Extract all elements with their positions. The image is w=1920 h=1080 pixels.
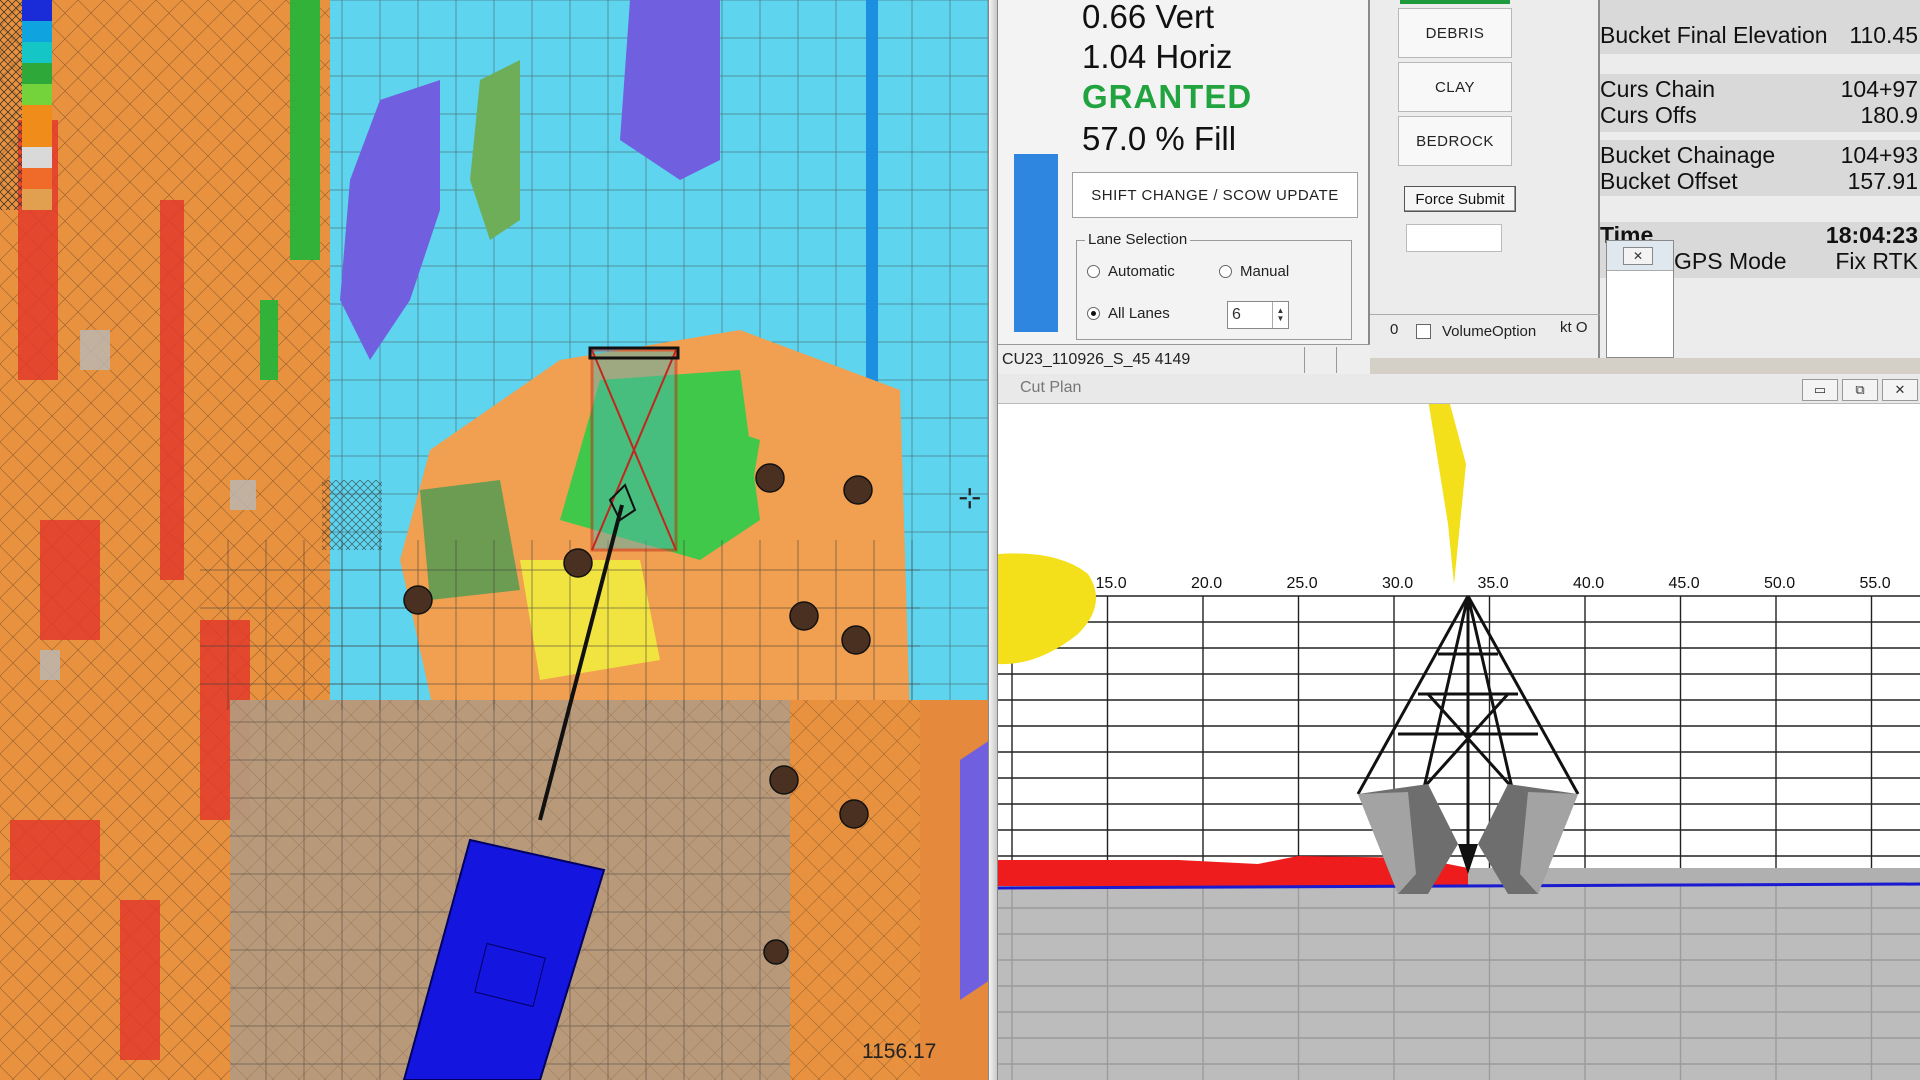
legend-swatch [22, 0, 52, 21]
radio-automatic-label: Automatic [1108, 263, 1175, 280]
section-titlebar: Cut Plan ▭ ⧉ ✕ [998, 374, 1920, 404]
pane-splitter[interactable] [988, 0, 998, 1080]
mini-popup-window: ✕ [1606, 240, 1674, 358]
volume-option-label: VolumeOption [1442, 323, 1537, 340]
legend-swatch [22, 21, 52, 42]
lane-number-spinner[interactable]: 6 ▲ ▼ [1227, 301, 1289, 329]
axis-tick-label: 25.0 [1287, 575, 1318, 592]
axis-tick-label: 15.0 [1096, 575, 1127, 592]
radio-indicator [1219, 265, 1232, 278]
active-material-indicator [1400, 0, 1510, 4]
bucket-chainage-label: Bucket Chainage [1600, 142, 1776, 168]
time-value: 18:04:23 [1825, 222, 1918, 248]
axis-tick-label: 30.0 [1382, 575, 1413, 592]
section-axis-labels: 0.015.020.025.030.035.040.045.050.055.0 [1000, 575, 1891, 592]
lane-number-value: 6 [1232, 306, 1241, 323]
radio-indicator [1087, 265, 1100, 278]
dredge-status-panel: 0.66 Vert 1.04 Horiz GRANTED 57.0 % Fill… [998, 0, 1370, 378]
volume-count: 0 [1390, 321, 1399, 338]
radio-all-lanes[interactable]: All Lanes [1087, 305, 1170, 322]
material-classification-panel: DEBRIS CLAY BEDROCK Force Submit 0 Volum… [1370, 0, 1600, 358]
lane-selection-title: Lane Selection [1085, 231, 1191, 248]
radio-manual[interactable]: Manual [1219, 263, 1289, 280]
close-icon[interactable]: ✕ [1882, 379, 1918, 401]
bucket-final-elevation-label: Bucket Final Elevation [1600, 22, 1828, 48]
bucket-chainage-value: 104+93 [1840, 142, 1918, 168]
legend-swatch [22, 126, 52, 147]
axis-tick-label: 45.0 [1669, 575, 1700, 592]
radio-automatic[interactable]: Automatic [1087, 263, 1175, 280]
bucket-cycle-panel: Bucket Final Elevation 110.45 Curs Chain… [1600, 0, 1920, 358]
shift-change-button[interactable]: SHIFT CHANGE / SCOW UPDATE [1072, 172, 1358, 218]
bucket-final-elevation-value: 110.45 [1849, 22, 1918, 48]
map-canvas[interactable] [0, 0, 990, 1080]
lane-selection-group: Lane Selection Automatic Manual All Lane… [1076, 231, 1352, 340]
survey-file-name: CU23_110926_S_45 4149 [1002, 351, 1191, 368]
legend-swatch [22, 189, 52, 210]
radio-manual-label: Manual [1240, 263, 1290, 280]
axis-tick-label: 55.0 [1860, 575, 1891, 592]
map-depth-legend [22, 0, 52, 210]
boom-arm [1424, 374, 1466, 584]
status-cell [1336, 347, 1337, 373]
vertical-readout: 0.66 Vert [1082, 0, 1215, 35]
legend-swatch [22, 168, 52, 189]
bathymetry-map[interactable]: ⊹ 1156.17 [0, 0, 990, 1080]
legend-swatch [22, 63, 52, 84]
curs-offs-value: 180.9 [1860, 102, 1918, 128]
legend-swatch [22, 84, 52, 105]
access-status: GRANTED [1082, 78, 1253, 115]
cross-section-view[interactable]: 0.015.020.025.030.035.040.045.050.055.0 [998, 374, 1920, 1080]
crosshair-icon: ⊹ [958, 482, 982, 513]
force-submit-button[interactable]: Force Submit [1404, 186, 1516, 212]
material-bedrock-button[interactable]: BEDROCK [1398, 116, 1512, 166]
legend-swatch [22, 147, 52, 168]
radio-all-lanes-label: All Lanes [1108, 305, 1170, 322]
horizontal-readout: 1.04 Horiz [1082, 38, 1233, 75]
curs-chain-label: Curs Chain [1600, 76, 1716, 102]
kt-option-label: kt O [1560, 319, 1588, 336]
curs-offs-label: Curs Offs [1600, 102, 1697, 128]
curs-chain-value: 104+97 [1840, 76, 1918, 102]
force-submit-field[interactable] [1406, 224, 1502, 252]
gps-mode-value: Fix RTK [1835, 248, 1918, 274]
legend-swatch [22, 105, 52, 126]
volume-option-bar: 0 VolumeOption kt O [1370, 314, 1600, 344]
volume-option-checkbox[interactable] [1416, 324, 1431, 339]
material-clay-button[interactable]: CLAY [1398, 62, 1512, 112]
spinner-arrows-icon[interactable]: ▲ ▼ [1272, 302, 1288, 328]
close-icon[interactable]: ✕ [1623, 247, 1653, 265]
bucket-offset-label: Bucket Offset [1600, 168, 1738, 194]
radio-indicator-selected [1087, 307, 1100, 320]
legend-swatch [22, 42, 52, 63]
bucket-offset-value: 157.91 [1847, 168, 1918, 194]
status-cell [1304, 347, 1305, 373]
axis-tick-label: 40.0 [1573, 575, 1604, 592]
material-debris-button[interactable]: DEBRIS [1398, 8, 1512, 58]
file-status-bar: CU23_110926_S_45 4149 [998, 344, 1370, 374]
fill-readout: 57.0 % Fill [1082, 120, 1237, 157]
dredge-operator-screen: ⊹ 1156.17 0.66 Vert 1.04 Horiz GRANTED 5… [0, 0, 1920, 1080]
section-window-title: Cut Plan [1020, 379, 1082, 396]
maximize-icon[interactable]: ⧉ [1842, 379, 1878, 401]
map-scale-readout: 1156.17 [862, 1040, 937, 1063]
bucket-footprint [588, 346, 680, 552]
fill-gauge-level [1014, 154, 1058, 332]
fill-gauge [1006, 20, 1058, 332]
minimize-icon[interactable]: ▭ [1802, 379, 1838, 401]
cross-section-canvas[interactable]: 0.015.020.025.030.035.040.045.050.055.0 [998, 374, 1920, 1080]
axis-tick-label: 35.0 [1478, 575, 1509, 592]
axis-tick-label: 50.0 [1764, 575, 1795, 592]
seabed-fill [998, 886, 1920, 1080]
axis-tick-label: 20.0 [1191, 575, 1222, 592]
gps-mode-label: GPS Mode [1674, 248, 1787, 274]
mini-popup-titlebar: ✕ [1607, 241, 1673, 271]
